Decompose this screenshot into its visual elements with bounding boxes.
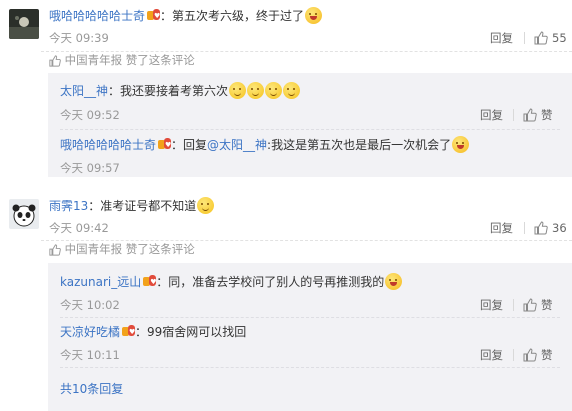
like-count: 55	[552, 31, 567, 45]
divider-dashed	[60, 129, 560, 130]
like-button[interactable]: 55	[534, 29, 567, 47]
member-badge-icon	[122, 323, 135, 341]
username-link[interactable]: 雨霁13	[49, 199, 88, 213]
emoji-icon	[305, 7, 323, 24]
liked-by-text: 中国青年报 赞了这条评论	[64, 242, 195, 256]
thumbs-up-small-icon	[49, 53, 61, 67]
like-label: 赞	[541, 298, 553, 312]
thumbs-up-icon	[523, 348, 537, 362]
timestamp: 今天 09:42	[49, 221, 109, 235]
timestamp: 今天 10:11	[60, 348, 120, 362]
like-count: 36	[552, 221, 567, 235]
more-replies-link[interactable]: 共10条回复	[60, 380, 123, 398]
reply-text: ：99宿舍网可以找回	[135, 325, 247, 339]
reply-button[interactable]: 回复	[490, 219, 513, 237]
username-link[interactable]: kazunari_远山	[60, 275, 141, 289]
divider-dashed	[60, 367, 560, 368]
emoji-icon	[229, 82, 247, 99]
emoji-icon	[265, 82, 283, 99]
comment-header: 哦哈哈哈哈哈士奇 ：第五次考六级，终于过了	[49, 7, 323, 25]
reply-button[interactable]: 回复	[490, 29, 513, 47]
emoji-icon	[247, 82, 265, 99]
reply-header: 太阳__神：我还要接着考第六次	[60, 82, 301, 100]
divider	[513, 349, 514, 361]
username-link[interactable]: 哦哈哈哈哈哈士奇	[60, 138, 156, 152]
comment-text: ：准考证号都不知道	[88, 199, 197, 213]
comment-header: 雨霁13：准考证号都不知道	[49, 197, 215, 215]
reply-button[interactable]: 回复	[480, 296, 503, 314]
like-button[interactable]: 36	[534, 219, 567, 237]
reply-text: ：我还要接着考第六次	[108, 84, 229, 98]
reply-button[interactable]: 回复	[480, 346, 503, 364]
divider-dashed	[60, 317, 560, 318]
liked-by-text: 中国青年报 赞了这条评论	[64, 53, 195, 67]
username-link[interactable]: 天凉好吃橘	[60, 325, 120, 339]
reply-button[interactable]: 回复	[480, 106, 503, 124]
avatar[interactable]	[9, 9, 39, 39]
timestamp: 今天 10:02	[60, 298, 120, 312]
liked-by-notice: 中国青年报 赞了这条评论	[49, 240, 195, 258]
reply-header: kazunari_远山 ：同，准备去学校问了别人的号再推测我的	[60, 273, 403, 291]
emoji-icon	[385, 273, 403, 290]
member-badge-icon	[158, 136, 171, 154]
avatar[interactable]	[9, 199, 39, 229]
like-button[interactable]: 赞	[523, 296, 553, 314]
comment-text: ：第五次考六级，终于过了	[160, 9, 305, 23]
like-label: 赞	[541, 348, 553, 362]
replies-panel: 太阳__神：我还要接着考第六次 今天 09:52 回复 赞 哦哈哈哈哈哈士奇 ：回…	[48, 73, 572, 177]
like-button[interactable]: 赞	[523, 346, 553, 364]
thumbs-up-icon	[523, 298, 537, 312]
thumbs-up-icon	[534, 221, 548, 235]
divider	[524, 222, 525, 234]
username-link[interactable]: 太阳__神	[60, 84, 108, 98]
mention-link[interactable]: @太阳__神	[207, 138, 267, 152]
emoji-icon	[197, 197, 215, 214]
emoji-icon	[283, 82, 301, 99]
divider	[513, 109, 514, 121]
thumbs-up-small-icon	[49, 242, 61, 256]
reply-prefix: ：回复	[171, 138, 208, 152]
thumbs-up-icon	[523, 108, 537, 122]
reply-header: 天凉好吃橘 ：99宿舍网可以找回	[60, 323, 246, 341]
like-button[interactable]: 赞	[523, 106, 553, 124]
reply-text: :我这是第五次也是最后一次机会了	[267, 138, 452, 152]
username-link[interactable]: 哦哈哈哈哈哈士奇	[49, 9, 145, 23]
member-badge-icon	[143, 273, 157, 291]
reply-text: ：同，准备去学校问了别人的号再推测我的	[156, 275, 385, 289]
divider	[524, 32, 525, 44]
thumbs-up-icon	[534, 31, 548, 45]
replies-panel: kazunari_远山：同，准备去学校问了别人的号再推测我的 今天 10:02 …	[48, 263, 572, 411]
timestamp: 今天 09:52	[60, 108, 120, 122]
member-badge-icon	[147, 7, 160, 25]
divider	[513, 299, 514, 311]
timestamp: 今天 09:39	[49, 31, 109, 45]
emoji-icon	[452, 136, 470, 153]
timestamp: 今天 09:57	[60, 161, 120, 175]
liked-by-notice: 中国青年报 赞了这条评论	[49, 51, 195, 69]
reply-header: 哦哈哈哈哈哈士奇 ：回复@太阳__神:我这是第五次也是最后一次机会了	[60, 136, 470, 154]
like-label: 赞	[541, 108, 553, 122]
